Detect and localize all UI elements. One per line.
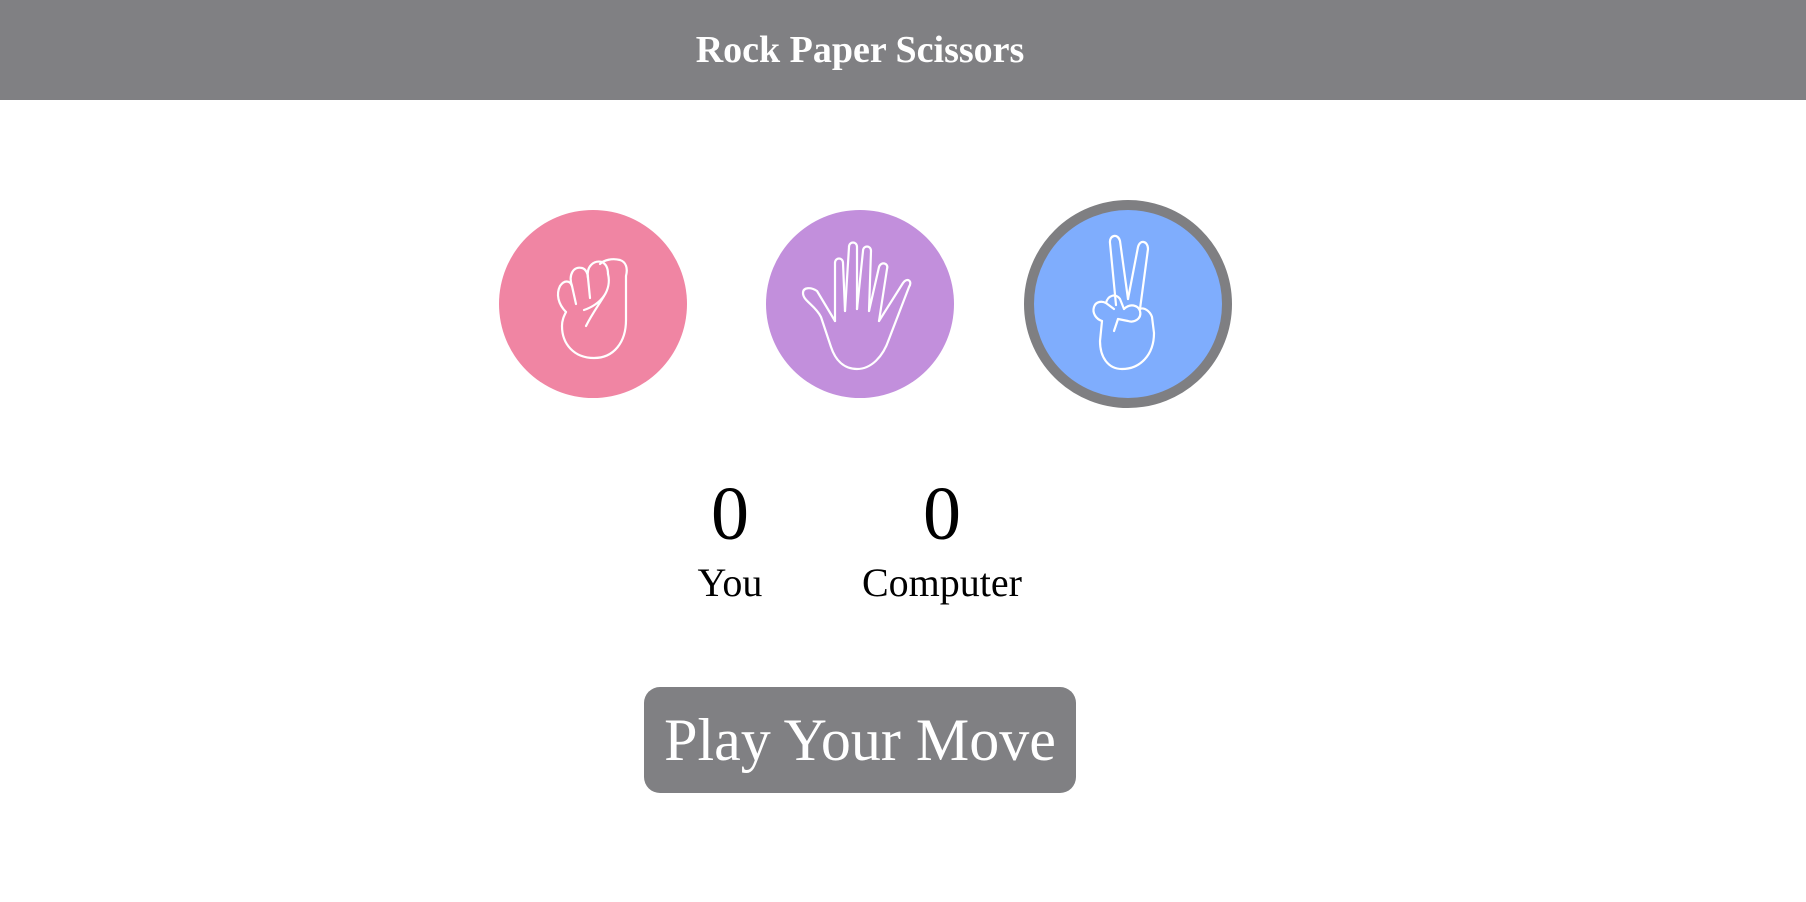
player-score-value: 0 xyxy=(711,472,749,556)
page-title: Rock Paper Scissors xyxy=(695,29,1025,71)
choice-scissors-button[interactable] xyxy=(1024,200,1232,408)
fist-icon xyxy=(556,258,628,360)
peace-hand-icon xyxy=(1092,234,1156,371)
play-move-button[interactable]: Play Your Move xyxy=(644,687,1076,793)
choice-paper-button[interactable] xyxy=(766,210,954,398)
computer-score-label: Computer xyxy=(862,560,1022,605)
computer-score-value: 0 xyxy=(923,472,961,556)
choice-rock-button[interactable] xyxy=(499,210,687,398)
open-hand-icon xyxy=(801,241,912,371)
header-bar: Rock Paper Scissors xyxy=(0,0,1806,100)
player-score-label: You xyxy=(697,560,763,605)
